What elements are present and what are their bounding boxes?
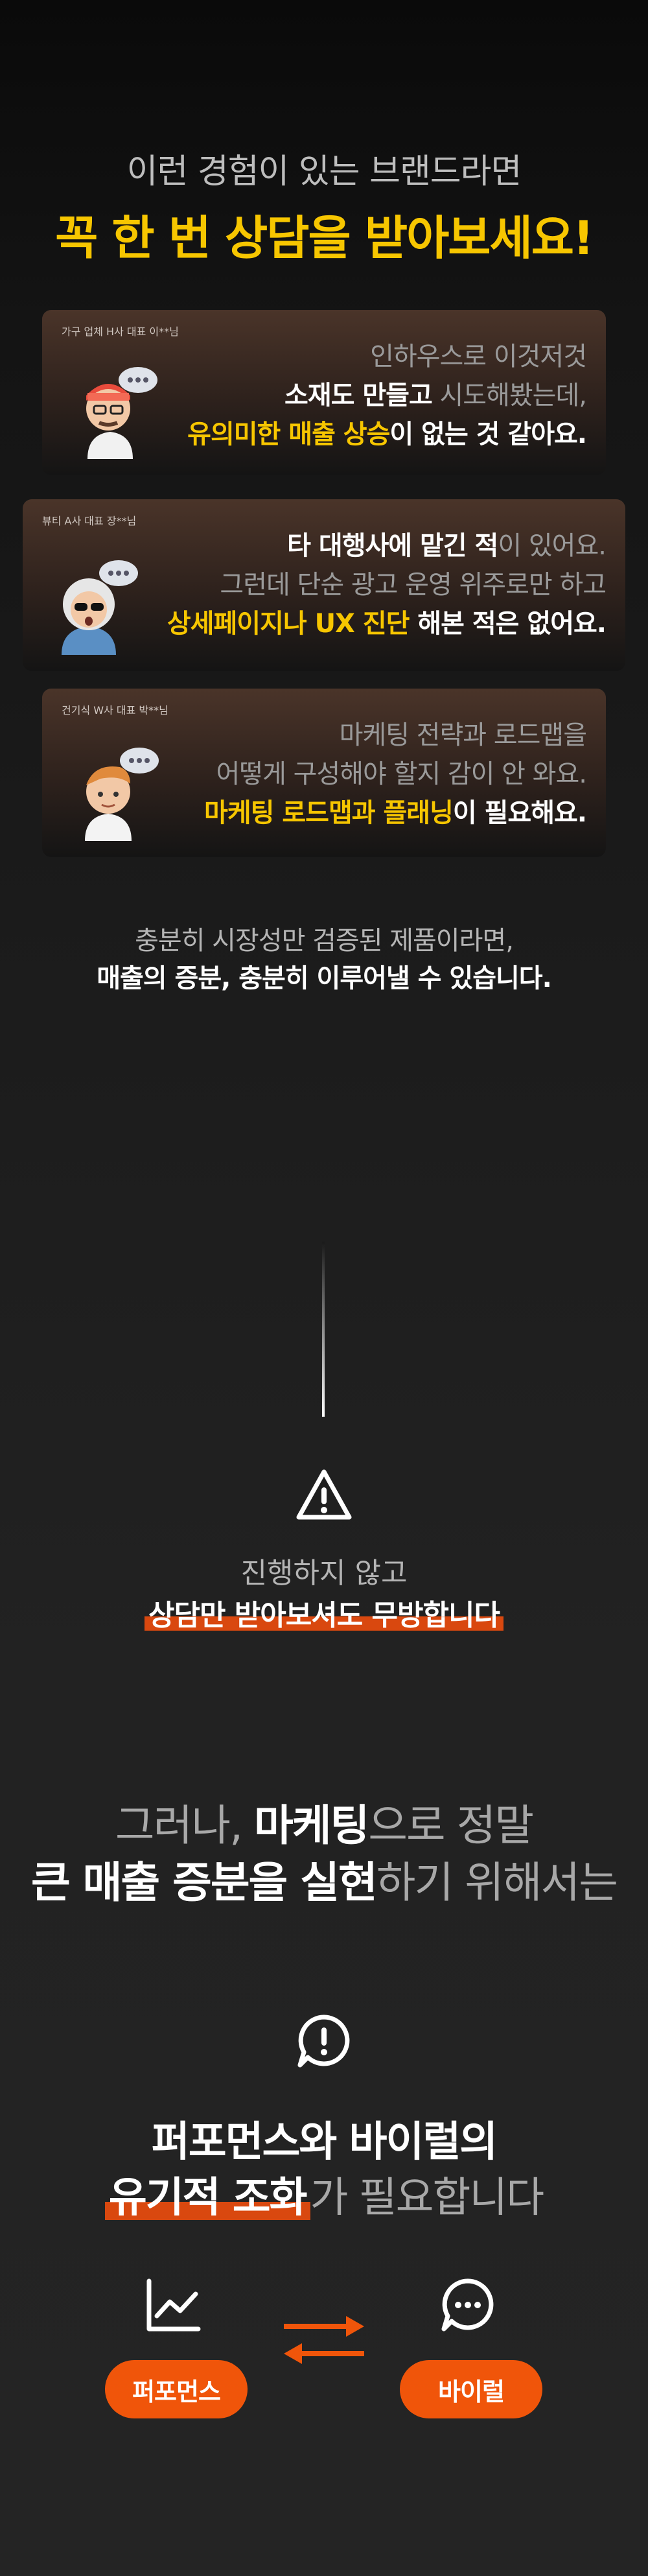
warning-line-1: 진행하지 않고	[240, 1557, 408, 1590]
card-quote: 타 대행사에 맡긴 적이 있어요. 그런데 단순 광고 운영 위주로만 하고 상…	[167, 526, 607, 643]
however-emphasis: 큰 매출 증분을 실현	[30, 1858, 378, 1908]
avatar-bandana-man	[62, 362, 159, 459]
card-quote: 마케팅 전략과 로드맵을 어떻게 구성해야 할지 감이 안 와요. 마케팅 로드…	[204, 716, 587, 833]
card-highlight: 상세페이지나 UX 진단	[167, 609, 410, 639]
middle-line-2: 매출의 증분, 충분히 이루어낼 수 있습니다.	[97, 963, 552, 993]
card-label: 가구 업체 H사 대표 이**님	[62, 325, 179, 338]
card-line-rest: 이 필요해요.	[452, 798, 587, 828]
card-line: 어떻게 구성해야 할지 감이 안 와요.	[216, 759, 587, 789]
however-emphasis: 마케팅	[254, 1801, 369, 1850]
warning-line-2-wrap: 상담만 받아보셔도 무방합니다	[0, 1592, 648, 1633]
however-text: 하기 위해서는	[376, 1858, 618, 1908]
however-line-2: 큰 매출 증분을 실현하기 위해서는	[0, 1848, 648, 1910]
organic-line-2: 유기적 조화가 필요합니다	[0, 2164, 648, 2224]
card-quote: 인하우스로 이것저것 소재도 만들고 시도해봤는데, 유의미한 매출 상승이 없…	[187, 337, 587, 454]
alert-chat-icon	[295, 2012, 353, 2070]
card-highlight: 유의미한 매출 상승	[187, 419, 390, 449]
card-line: 그런데 단순 광고 운영 위주로만 하고	[220, 570, 607, 600]
divider-line	[322, 1242, 325, 1417]
organic-highlight: 유기적 조화	[104, 2164, 310, 2224]
middle-line-1: 충분히 시장성만 검증된 제품이라면,	[135, 926, 514, 956]
card-line: 마케팅 전략과 로드맵을	[339, 720, 587, 750]
warning-triangle-icon	[295, 1467, 353, 1525]
card-label: 뷰티 A사 대표 장**님	[42, 515, 137, 527]
card-line-rest: 이 있어요.	[498, 531, 607, 561]
organic-rest: 가 필요합니다	[310, 2174, 545, 2222]
hero-title: 꼭 한 번 상담을 받아보세요!	[55, 211, 594, 265]
avatar-sunglasses-woman	[42, 558, 139, 655]
testimonial-card-3: 건기식 W사 대표 박**님 마케팅 전략과 로드맵을 어떻게 구성해야 할지 …	[42, 689, 606, 857]
warning-highlight: 상담만 받아보셔도 무방합니다	[145, 1592, 503, 1633]
viral-badge: 바이럴	[400, 2360, 542, 2418]
hero-subtitle: 이런 경험이 있는 브랜드라면	[126, 152, 522, 191]
card-line-rest: 시도해봤는데,	[432, 381, 587, 410]
testimonial-card-2: 뷰티 A사 대표 장**님 타 대행사에 맡긴 적이 있어요. 그런데 단순 광…	[23, 499, 625, 671]
exchange-arrows-icon	[279, 2307, 369, 2372]
however-text: 그러나,	[115, 1801, 255, 1850]
card-line-rest: 이 없는 것 같아요.	[389, 419, 587, 449]
organic-line-1: 퍼포먼스와 바이럴의	[151, 2118, 498, 2166]
card-label: 건기식 W사 대표 박**님	[62, 704, 168, 716]
chat-dots-icon	[439, 2276, 497, 2334]
card-bold: 소재도 만들고	[284, 381, 433, 410]
page: 이런 경험이 있는 브랜드라면 꼭 한 번 상담을 받아보세요! 가구 업체 H…	[0, 0, 648, 2576]
however-line-1: 그러나, 마케팅으로 정말	[0, 1791, 648, 1853]
performance-badge: 퍼포먼스	[105, 2360, 248, 2418]
avatar-blond-man	[62, 744, 159, 841]
line-chart-icon	[144, 2276, 202, 2334]
card-line-rest: 해본 적은 없어요.	[409, 609, 607, 639]
card-bold: 타 대행사에 맡긴 적	[287, 531, 498, 561]
however-text: 으로 정말	[368, 1801, 534, 1850]
card-highlight: 마케팅 로드맵과 플래닝	[204, 798, 454, 828]
card-line: 인하우스로 이것저것	[370, 342, 587, 372]
testimonial-card-1: 가구 업체 H사 대표 이**님 인하우스로 이것저것 소재도 만들고 시도해봤…	[42, 310, 606, 475]
